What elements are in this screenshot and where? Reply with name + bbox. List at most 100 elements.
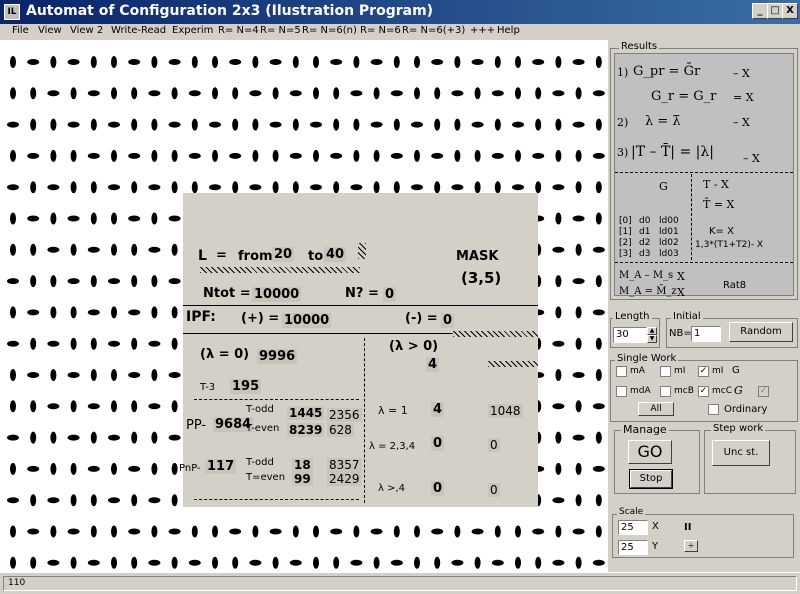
cell-ellipse xyxy=(310,184,322,191)
cell-ellipse xyxy=(373,87,380,100)
cell-ellipse xyxy=(131,118,138,131)
cell-ellipse xyxy=(575,87,582,100)
cell-ellipse xyxy=(330,528,343,535)
cell-ellipse xyxy=(10,306,16,319)
cell-ellipse xyxy=(111,369,117,381)
unc-st-button[interactable]: Unc st. xyxy=(712,440,770,466)
menu-n6[interactable]: R= N=6 xyxy=(360,25,401,36)
cell-ellipse xyxy=(168,59,181,65)
menu-n4[interactable]: R= N=4 xyxy=(218,25,259,36)
length-up-button[interactable]: ▲ xyxy=(647,327,657,335)
menu-plus[interactable]: +++ xyxy=(470,25,495,36)
cell-ellipse xyxy=(111,87,117,100)
cell-ellipse xyxy=(272,149,279,162)
l-label: L xyxy=(198,248,207,264)
menu-write-read[interactable]: Write-Read xyxy=(111,25,166,36)
cell-ellipse xyxy=(128,152,141,159)
cell-ellipse xyxy=(370,121,383,128)
cell-ellipse xyxy=(47,340,60,347)
menu-file[interactable]: File xyxy=(12,25,29,36)
scale-step-button[interactable]: ÷ xyxy=(684,540,698,552)
maximize-button[interactable]: □ xyxy=(767,3,783,19)
ma2-value: X xyxy=(677,286,685,299)
cell-ellipse xyxy=(148,184,161,191)
cell-ellipse xyxy=(50,118,57,131)
lambdapos-label: (λ > 0) xyxy=(389,339,439,354)
cell-ellipse xyxy=(411,184,423,191)
row1-b: d1 xyxy=(639,227,651,237)
cell-ellipse xyxy=(572,215,585,222)
cell-ellipse xyxy=(353,118,360,131)
menu-n5[interactable]: R= N=5 xyxy=(260,25,301,36)
random-button[interactable]: Random xyxy=(729,322,793,342)
lambda4-label: λ >,4 xyxy=(378,483,406,494)
configuration-canvas[interactable]: L = from 20 to 40 MASK (3,5) Ntot = 1000… xyxy=(0,40,608,572)
cell-ellipse xyxy=(30,243,37,256)
pp-todd-label: T-odd xyxy=(246,404,274,415)
nb-input[interactable]: 1 xyxy=(691,326,721,342)
menu-help[interactable]: Help xyxy=(497,25,520,36)
cell-ellipse xyxy=(575,149,582,162)
results-label: Results xyxy=(619,41,660,52)
cell-ellipse xyxy=(330,59,343,65)
check-mi[interactable] xyxy=(660,366,671,377)
cell-ellipse xyxy=(108,121,120,128)
lambda234-label: λ = 2,3,4 xyxy=(369,441,416,452)
check-g2[interactable]: ✓ xyxy=(758,386,769,397)
scale-y-input[interactable]: 25 xyxy=(618,540,648,555)
cell-ellipse xyxy=(592,246,605,253)
cell-ellipse xyxy=(555,306,562,319)
length-input[interactable]: 30 xyxy=(613,327,647,343)
cell-ellipse xyxy=(232,118,239,131)
cell-ellipse xyxy=(148,340,161,347)
lambda1-label: λ = 1 xyxy=(378,404,408,417)
cell-ellipse xyxy=(474,556,481,569)
cell-ellipse xyxy=(252,149,259,162)
minimize-button[interactable]: _ xyxy=(752,3,768,19)
r3-value: – X xyxy=(743,152,760,165)
menu-view-2[interactable]: View 2 xyxy=(70,25,103,36)
cell-ellipse xyxy=(10,462,16,475)
check-mi2[interactable]: ✓ xyxy=(698,366,709,377)
cell-ellipse xyxy=(10,525,16,538)
menu-n6n[interactable]: R= N=6(n) xyxy=(302,25,357,36)
cell-ellipse xyxy=(595,525,602,538)
to-value: 40 xyxy=(324,247,347,262)
menu-n6plus3[interactable]: R= N=6(+3) xyxy=(402,25,465,36)
cell-ellipse xyxy=(491,559,504,566)
pnp-todd-label: T-odd xyxy=(246,457,274,468)
cell-ellipse xyxy=(67,59,80,65)
cell-ellipse xyxy=(575,494,582,507)
l-eq: = xyxy=(216,248,227,263)
cell-ellipse xyxy=(128,215,141,222)
cell-ellipse xyxy=(592,152,605,159)
cell-ellipse xyxy=(592,309,605,316)
row2-c: ld02 xyxy=(659,238,679,248)
pause-icon[interactable]: II xyxy=(684,522,691,533)
close-button[interactable]: X xyxy=(782,3,798,19)
cell-ellipse xyxy=(50,212,57,225)
check-g-label: G xyxy=(732,365,740,376)
menu-view[interactable]: View xyxy=(38,25,62,36)
ordinary-check[interactable] xyxy=(708,404,719,415)
cell-ellipse xyxy=(168,528,181,535)
check-mda[interactable] xyxy=(616,386,627,397)
cell-ellipse xyxy=(310,121,322,128)
check-mcb[interactable] xyxy=(660,386,671,397)
cell-ellipse xyxy=(454,118,461,131)
t3-label: T-3 xyxy=(200,382,216,393)
length-down-button[interactable]: ▼ xyxy=(647,335,657,343)
menu-experim[interactable]: Experim xyxy=(172,25,213,36)
cell-ellipse xyxy=(575,462,582,475)
go-button[interactable]: GO xyxy=(628,440,672,464)
cell-ellipse xyxy=(7,340,19,347)
check-mcc[interactable]: ✓ xyxy=(698,386,709,397)
cell-ellipse xyxy=(87,309,100,316)
stop-button[interactable]: Stop xyxy=(629,469,673,489)
scale-x-input[interactable]: 25 xyxy=(618,520,648,535)
cell-ellipse xyxy=(252,525,259,538)
cell-ellipse xyxy=(552,559,565,566)
check-ma[interactable] xyxy=(616,366,627,377)
all-button[interactable]: All xyxy=(638,402,674,416)
cell-ellipse xyxy=(111,462,117,475)
